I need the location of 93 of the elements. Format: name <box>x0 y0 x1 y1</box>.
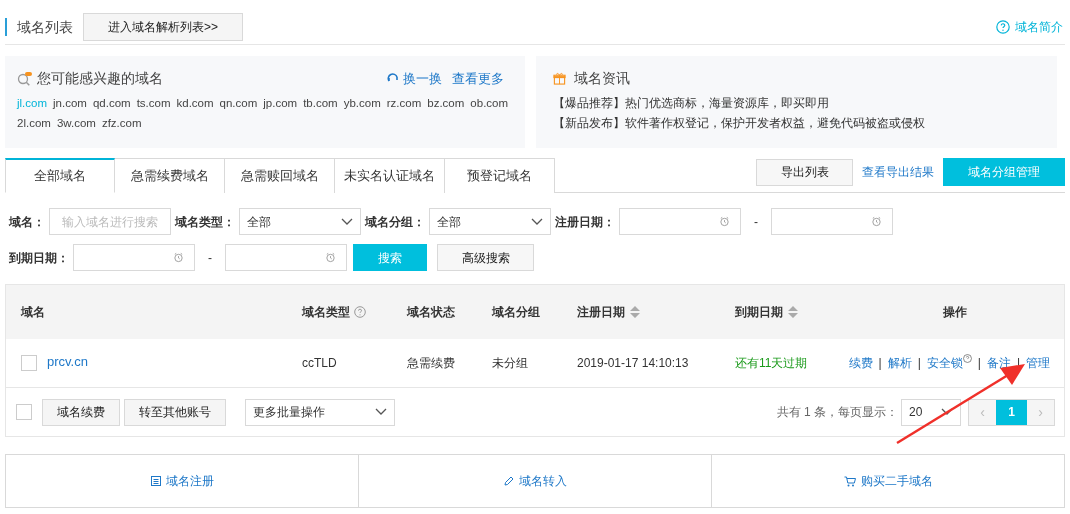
domain-link[interactable]: ob.com <box>470 95 509 111</box>
date-field[interactable] <box>771 208 893 235</box>
action-separator: | <box>977 355 981 372</box>
domain-link[interactable]: tb.com <box>303 95 338 111</box>
domain-link[interactable]: bz.com <box>427 95 465 111</box>
chevron-icon <box>531 217 543 226</box>
help-icon <box>354 306 366 318</box>
cart-icon <box>843 475 856 487</box>
export-result-link[interactable]: 查看导出结果 <box>862 163 934 181</box>
domain-link[interactable]: zfz.com <box>101 115 142 131</box>
domain-link[interactable]: 3w.com <box>56 115 96 131</box>
search-icon <box>17 70 33 87</box>
filter-label: 域名： <box>9 213 45 231</box>
chevron-icon <box>341 217 353 226</box>
action-link[interactable]: 安全锁 <box>926 354 963 372</box>
advanced-search-button[interactable]: 高级搜索 <box>437 244 534 271</box>
parse-list-button[interactable]: 进入域名解析列表>> <box>83 13 243 41</box>
filter-label: 域名分组： <box>365 213 425 231</box>
help-icon <box>962 354 972 363</box>
news-tag: 【爆品推荐】 <box>553 95 625 111</box>
date-field[interactable] <box>225 244 347 271</box>
date-field[interactable] <box>73 244 195 271</box>
page-title: 域名列表 <box>5 18 73 36</box>
clock-icon <box>871 216 882 227</box>
table-cell: ccTLD <box>302 356 337 370</box>
chevron-icon <box>375 408 387 416</box>
range-separator: - <box>754 213 758 231</box>
domain-link[interactable]: prcv.cn <box>47 352 88 372</box>
action-separator: | <box>917 355 921 372</box>
column-header: 注册日期 <box>577 304 625 321</box>
swap-link[interactable]: 换一换 <box>387 68 442 89</box>
page-size-select[interactable]: 20 <box>901 398 961 426</box>
panel-title: 您可能感兴趣的域名 <box>37 69 163 88</box>
batch-button[interactable]: 域名续费 <box>42 398 120 426</box>
action-link[interactable]: 续费 <box>848 354 873 372</box>
news-text: 软件著作权登记，保护开发者权益，避免代码被盗或侵权 <box>625 115 925 131</box>
sort-icon[interactable] <box>629 305 641 319</box>
domain-link[interactable]: qn.com <box>219 95 258 111</box>
tab[interactable]: 急需赎回域名 <box>225 158 335 193</box>
more-link[interactable]: 查看更多 <box>452 68 504 89</box>
bottom-link[interactable]: 购买二手域名 <box>843 472 933 490</box>
table-cell: 急需续费 <box>407 356 455 370</box>
column-header: 域名分组 <box>492 304 540 321</box>
action-separator: | <box>878 355 882 372</box>
clock-icon <box>325 252 336 263</box>
bottom-link[interactable]: 域名注册 <box>150 472 214 490</box>
select-all-checkbox[interactable] <box>16 404 32 420</box>
tab[interactable]: 全部域名 <box>5 158 115 193</box>
clock-icon <box>173 252 184 263</box>
date-field[interactable] <box>619 208 741 235</box>
domain-search-field[interactable]: 输入域名进行搜索 <box>49 208 171 235</box>
domain-link[interactable]: 2l.com <box>17 115 51 131</box>
tab[interactable]: 未实名认证域名 <box>335 158 445 193</box>
domain-link[interactable]: yb.com <box>343 95 381 111</box>
bottom-link[interactable]: 域名转入 <box>503 472 567 490</box>
select-field[interactable]: 全部 <box>239 208 361 235</box>
tab[interactable]: 预登记域名 <box>445 158 555 193</box>
domain-link[interactable]: jp.com <box>263 95 298 111</box>
domain-link[interactable]: kd.com <box>176 95 214 111</box>
select-field[interactable]: 全部 <box>429 208 551 235</box>
batch-button[interactable]: 转至其他账号 <box>124 398 226 426</box>
column-header: 域名类型 <box>302 304 350 321</box>
sort-icon[interactable] <box>787 305 799 319</box>
table-cell: 未分组 <box>492 356 528 370</box>
batch-select-field[interactable]: 更多批量操作 <box>245 398 395 426</box>
filter-label: 域名类型： <box>175 213 235 231</box>
news-text: 热门优选商标，海量资源库，即买即用 <box>625 95 829 111</box>
action-link[interactable]: 解析 <box>887 354 912 372</box>
domain-link[interactable]: ts.com <box>136 95 171 111</box>
tab[interactable]: 急需续费域名 <box>115 158 225 193</box>
column-header: 到期日期 <box>735 304 783 321</box>
range-separator: - <box>208 249 212 267</box>
expiry-cell: 还有11天过期 <box>735 356 808 370</box>
gift-icon <box>553 72 566 85</box>
checkbox[interactable] <box>21 355 37 371</box>
clock-icon <box>719 216 730 227</box>
column-header: 域名状态 <box>407 304 455 321</box>
news-tag: 【新品发布】 <box>553 115 625 131</box>
panel-title: 域名资讯 <box>574 69 630 88</box>
column-header: 域名 <box>21 304 45 321</box>
pencil-icon <box>503 476 514 486</box>
domain-link[interactable]: qd.com <box>92 95 131 111</box>
filter-label: 到期日期： <box>9 249 69 267</box>
domain-link[interactable]: rz.com <box>386 95 422 111</box>
total-text: 共有 1 条，每页显示： <box>776 404 898 421</box>
export-button[interactable]: 导出列表 <box>756 158 853 186</box>
domain-link[interactable]: jn.com <box>53 95 87 111</box>
help-icon <box>996 20 1010 34</box>
column-header: 操作 <box>943 304 967 321</box>
list-icon <box>150 476 161 486</box>
table-cell: 2019-01-17 14:10:13 <box>577 356 689 370</box>
action-link[interactable]: 管理 <box>1026 354 1050 372</box>
filter-label: 注册日期： <box>555 213 615 231</box>
